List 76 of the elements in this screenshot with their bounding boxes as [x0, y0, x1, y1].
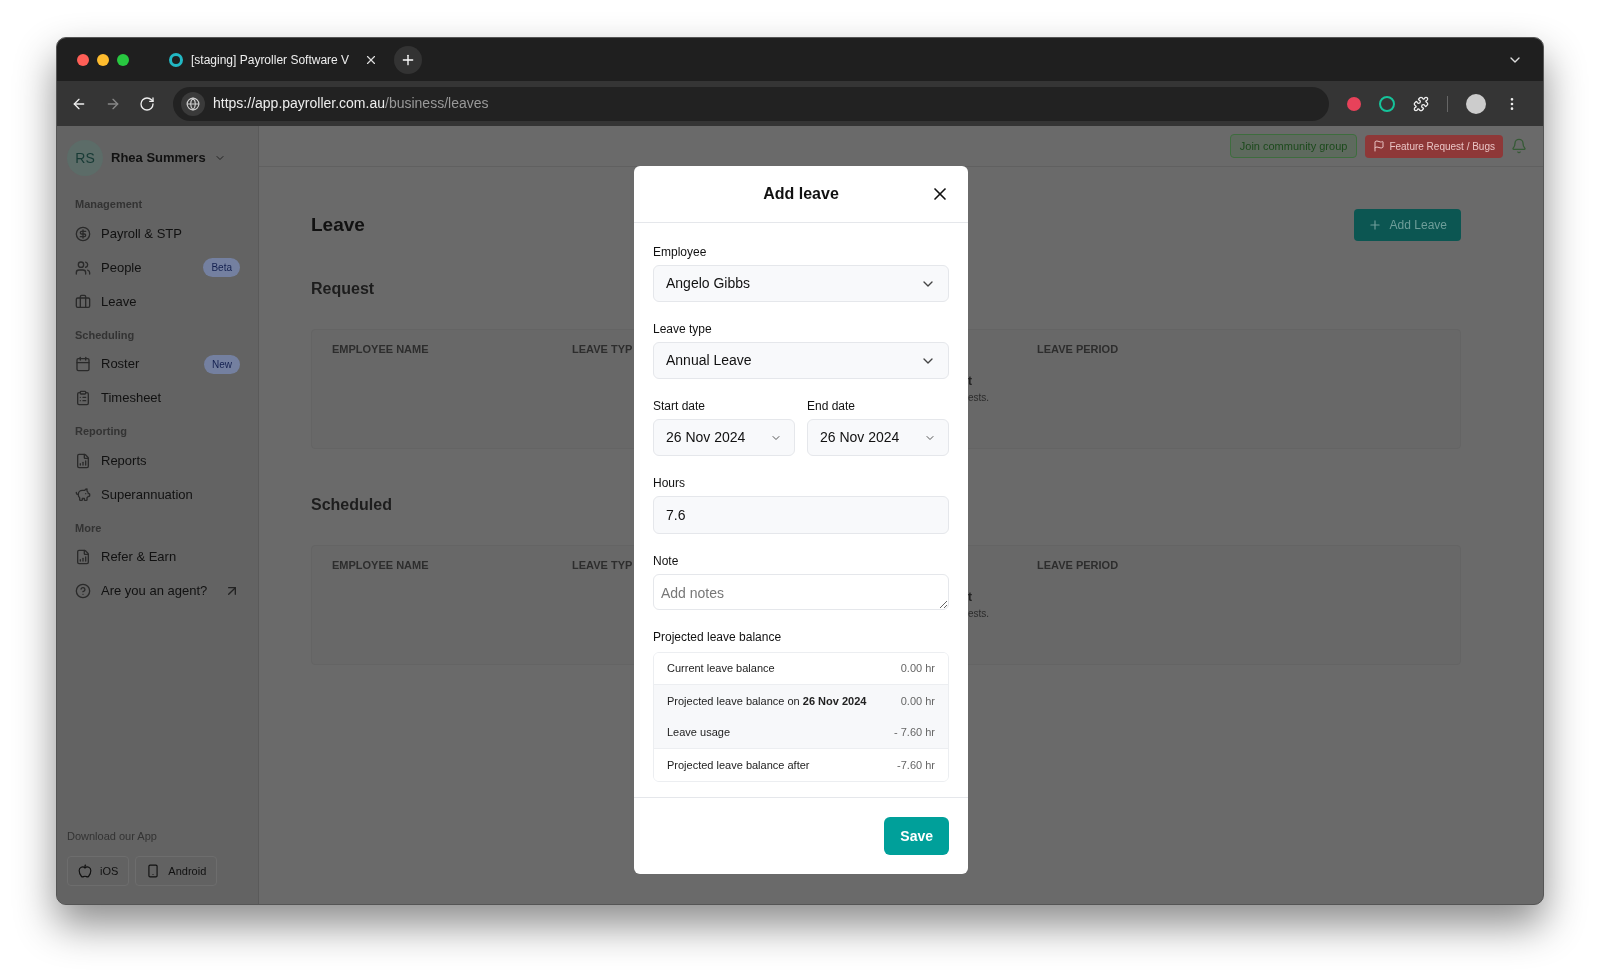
- sidebar-item[interactable]: Payroll & STP: [67, 216, 248, 251]
- column-header: EMPLOYEE NAME: [332, 341, 429, 357]
- column-header: LEAVE PERIOD: [1037, 557, 1119, 573]
- field-label: Leave type: [653, 321, 713, 338]
- sidebar-item[interactable]: Leave: [67, 284, 248, 319]
- field-label: Start date: [653, 398, 707, 415]
- balance-label: Projected leave balance after: [667, 757, 810, 773]
- sidebar-item[interactable]: Are you an agent?: [67, 574, 248, 608]
- address-bar[interactable]: https://app.payroller.com.au/business/leaves: [173, 86, 1329, 121]
- field-label: Hours: [653, 475, 686, 492]
- community-button[interactable]: Join community group: [1229, 133, 1358, 159]
- help-icon: [75, 583, 91, 599]
- add-leave-button[interactable]: Add Leave: [1353, 209, 1461, 241]
- empty-state-text: ests.: [968, 391, 991, 405]
- balance-label: Leave usage: [667, 725, 730, 741]
- select-field[interactable]: Angelo Gibbs: [653, 265, 949, 302]
- people-icon: [75, 259, 91, 276]
- column-header: LEAVE TYP: [572, 557, 633, 573]
- feature-request-button[interactable]: Feature Request / Bugs: [1365, 134, 1503, 158]
- empty-state-text: t: [968, 589, 973, 606]
- user-menu[interactable]: RS Rhea Summers: [67, 140, 248, 176]
- profile-avatar[interactable]: [1466, 93, 1486, 114]
- balance-value: 0.00 hr: [900, 661, 935, 677]
- save-button[interactable]: Save: [884, 817, 949, 855]
- column-header: LEAVE TYP: [572, 341, 633, 357]
- select-field[interactable]: 26 Nov 2024: [807, 419, 949, 456]
- page-title: Leave: [311, 212, 365, 237]
- balance-heading: Projected leave balance: [653, 629, 783, 646]
- section-title: Request: [311, 279, 375, 299]
- note-field[interactable]: Add notes: [653, 574, 949, 610]
- sidebar-item[interactable]: Timesheet: [67, 381, 248, 415]
- sidebar-item[interactable]: Refer & Earn: [67, 540, 248, 574]
- flag-icon: [1373, 140, 1386, 152]
- briefcase-icon: [75, 293, 91, 310]
- sidebar-item[interactable]: Reports: [67, 443, 248, 478]
- calendar-icon: [75, 356, 91, 372]
- field-label: Note: [653, 553, 680, 570]
- hours-field[interactable]: 7.6: [653, 496, 949, 534]
- sidebar-item[interactable]: Superannuation: [67, 477, 248, 512]
- field-label: End date: [807, 398, 857, 415]
- extension-icon[interactable]: [1347, 96, 1361, 111]
- balance-value: 0.00 hr: [900, 693, 935, 709]
- balance-label: Projected leave balance on 26 Nov 2024: [667, 693, 867, 709]
- select-field[interactable]: Annual Leave: [653, 342, 949, 379]
- coin-icon: [75, 225, 91, 242]
- sidebar-item[interactable]: Roster New: [67, 347, 248, 381]
- report-icon: [75, 452, 91, 469]
- url-text: https://app.payroller.com.au/business/leaves: [213, 94, 489, 113]
- column-header: LEAVE PERIOD: [1037, 341, 1119, 357]
- site-logo-icon: [169, 52, 183, 67]
- report-icon: [75, 549, 91, 565]
- column-header: EMPLOYEE NAME: [332, 557, 429, 573]
- badge: New: [204, 354, 240, 374]
- balance-value: -7.60 hr: [897, 757, 935, 773]
- badge: Beta: [203, 258, 240, 277]
- plus-icon: [1367, 218, 1382, 232]
- reload-icon[interactable]: [139, 95, 155, 112]
- new-tab-button[interactable]: [394, 45, 422, 74]
- globe-icon: [186, 96, 200, 111]
- app-download-button[interactable]: iOS: [67, 856, 130, 886]
- field-label: Employee: [653, 244, 708, 261]
- user-avatar: RS: [67, 140, 103, 176]
- app-download-button[interactable]: Android: [135, 856, 218, 886]
- piggy-bank-icon: [75, 486, 91, 503]
- balance-value: - 7.60 hr: [894, 725, 935, 741]
- select-field[interactable]: 26 Nov 2024: [653, 419, 795, 456]
- apple-icon: [78, 864, 92, 878]
- balance-label: Current leave balance: [667, 661, 775, 677]
- empty-state-text: ests.: [968, 607, 991, 621]
- sidebar-item[interactable]: People Beta: [67, 250, 248, 285]
- empty-state-text: t: [968, 373, 973, 390]
- clipboard-icon: [75, 390, 91, 406]
- dialog-title: Add leave: [763, 184, 839, 204]
- browser-tab[interactable]: [staging] Payroller Software V: [161, 42, 386, 77]
- puzzle-icon[interactable]: [1413, 95, 1429, 112]
- section-title: Scheduled: [311, 495, 392, 515]
